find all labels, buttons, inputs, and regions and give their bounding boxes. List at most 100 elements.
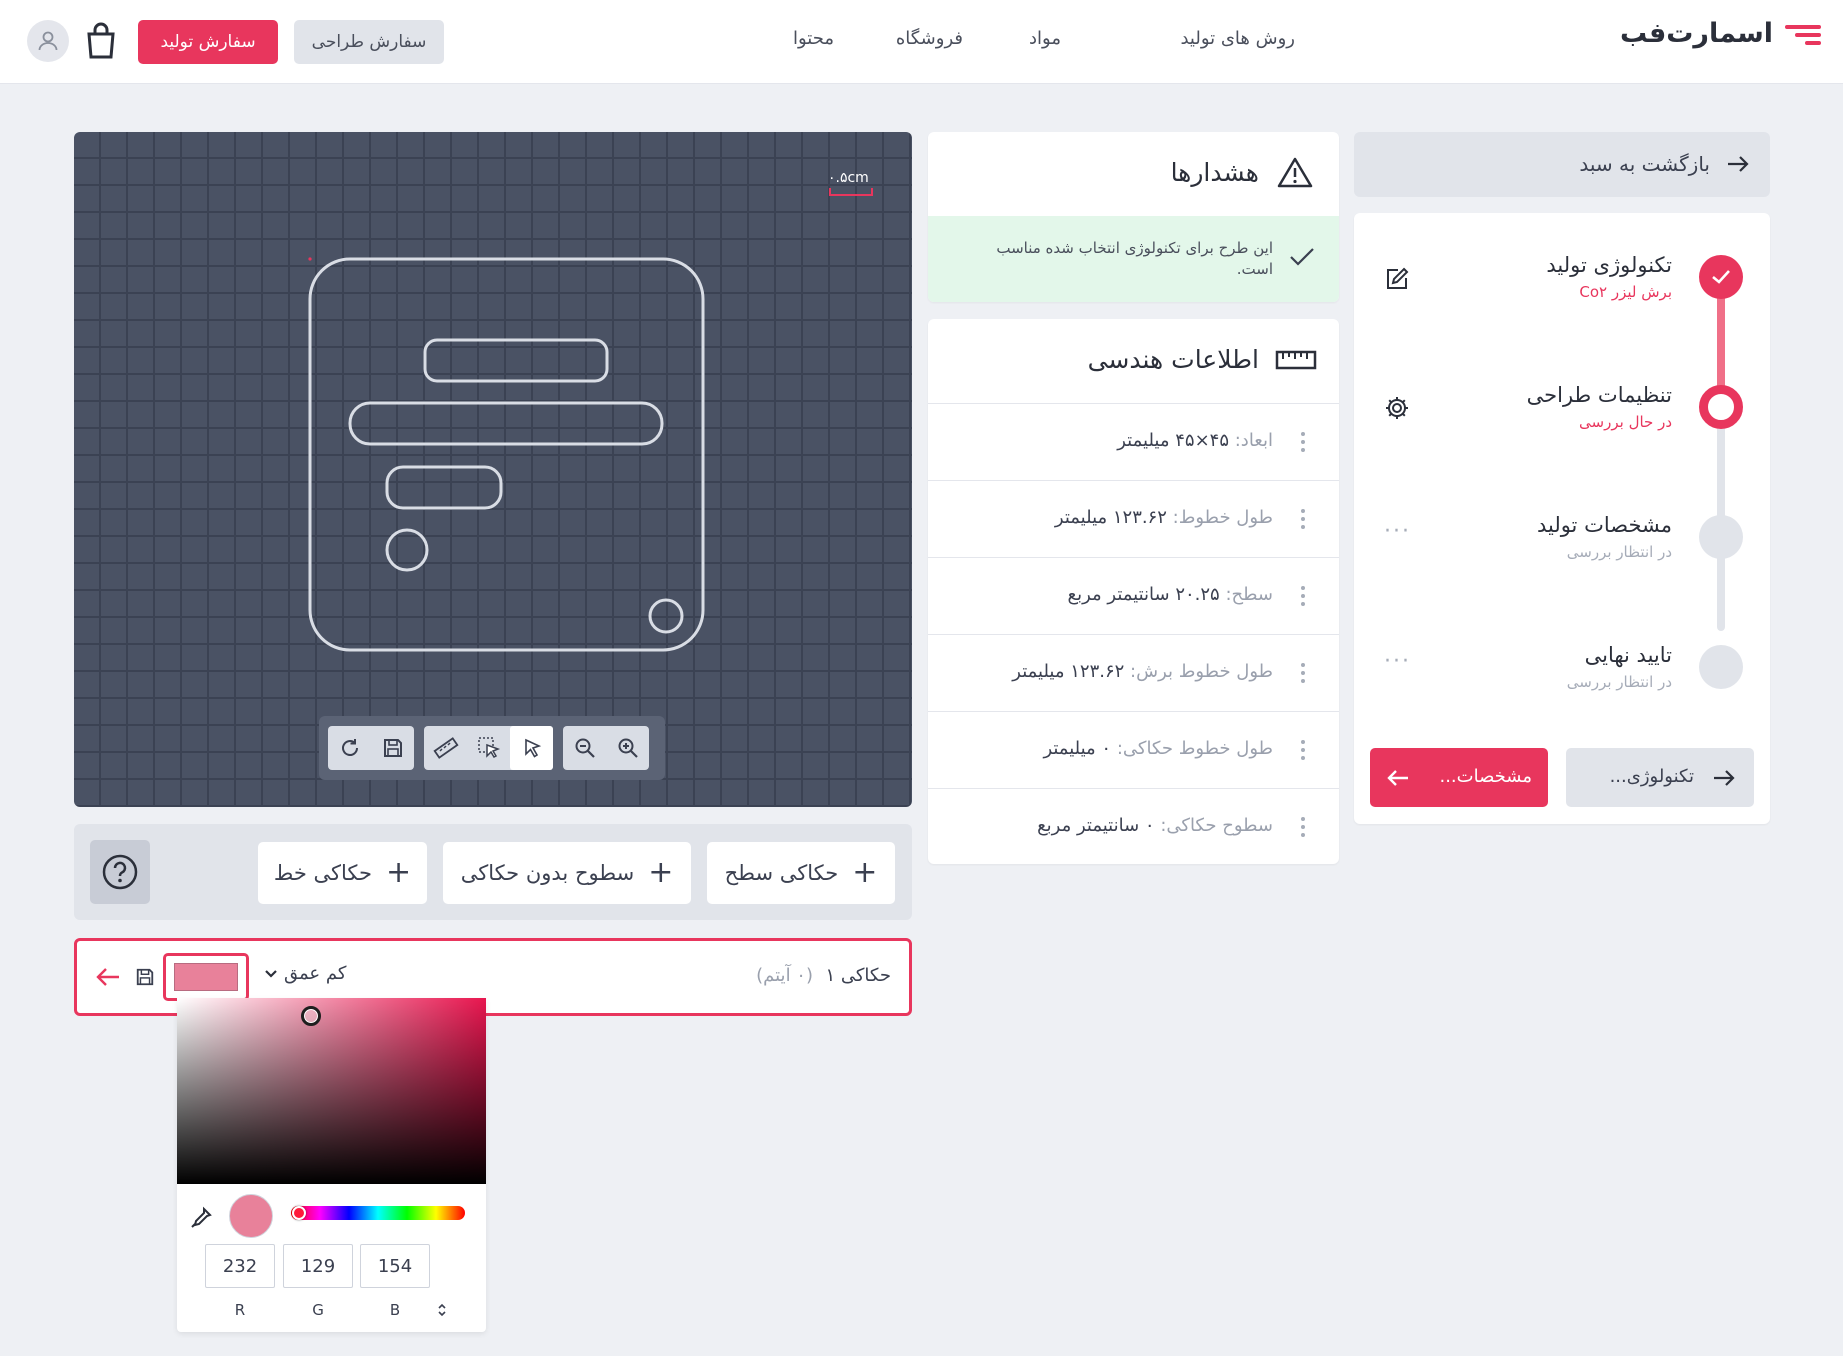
add-line-engrave-label: حکاکی خط	[273, 861, 372, 885]
step-title-final-approval: تایید نهایی	[1584, 643, 1672, 667]
color-swatch-button[interactable]	[163, 953, 249, 1001]
design-drawing[interactable]	[74, 132, 912, 712]
red-input[interactable]: 232	[205, 1244, 275, 1288]
multi-select-icon[interactable]	[467, 726, 510, 770]
more-horizontal-icon[interactable]: ···	[1384, 519, 1411, 544]
steps-panel: تکنولوژی تولید برش لیزر Co۲ تنظیمات طراح…	[1354, 213, 1770, 824]
history-tools	[328, 726, 414, 770]
edit-icon[interactable]	[1384, 266, 1410, 296]
step-sub-production-specs: در انتظار بررسی	[1566, 543, 1672, 561]
engraving-actions-bar: + حکاکی سطح + سطوح بدون حکاکی + حکاکی خط	[74, 824, 912, 920]
more-vertical-icon[interactable]	[1301, 432, 1305, 456]
cart-icon[interactable]	[84, 22, 118, 60]
save-icon[interactable]	[371, 726, 414, 770]
zoom-in-icon[interactable]	[606, 726, 649, 770]
depth-value: کم عمق	[284, 963, 347, 984]
depth-select[interactable]: کم عمق	[264, 963, 346, 984]
engraving-name: حکاکی ۱	[825, 965, 891, 986]
geometry-row-cut-length: طول خطوط برش: ۱۲۳.۶۲ میلیمتر	[928, 634, 1339, 711]
more-vertical-icon[interactable]	[1301, 740, 1305, 764]
help-button[interactable]	[90, 840, 150, 904]
geometry-value: ۰ میلیمتر	[1043, 738, 1112, 759]
color-swatch	[174, 963, 238, 991]
step-sub-design-settings: در حال بررسی	[1579, 413, 1672, 431]
arrow-right-icon	[1712, 766, 1736, 794]
step-title-production-specs: مشخصات تولید	[1536, 513, 1672, 537]
user-icon	[38, 31, 58, 51]
geometry-row-engrave-area: سطوح حکاکی: ۰ سانتیمتر مربع	[928, 788, 1339, 865]
warning-message: این طرح برای تکنولوژی انتخاب شده مناسب ا…	[996, 239, 1273, 278]
blue-input[interactable]: 154	[360, 1244, 430, 1288]
nav-production-methods[interactable]: روش های تولید	[1180, 28, 1295, 49]
save-icon[interactable]	[135, 967, 155, 991]
geometry-row-dimensions: ابعاد: ۴۵×۴۵ میلیمتر	[928, 403, 1339, 480]
prev-step-label: تکنولوژی...	[1609, 766, 1694, 787]
logo[interactable]: اسمارت‌فب	[1620, 18, 1821, 49]
add-surfaces-no-engrave-button[interactable]: + سطوح بدون حکاکی	[443, 842, 691, 904]
user-avatar[interactable]	[27, 20, 69, 62]
geometry-title: اطلاعات هندسی	[1087, 345, 1259, 374]
nav-content[interactable]: محتوا	[793, 28, 834, 49]
geometry-key: سطح:	[1225, 584, 1273, 605]
add-surfaces-no-engrave-label: سطوح بدون حکاکی	[460, 861, 635, 885]
design-order-button[interactable]: سفارش طراحی	[294, 20, 444, 64]
more-vertical-icon[interactable]	[1301, 586, 1305, 610]
back-to-cart-button[interactable]: بازگشت به سبد	[1354, 132, 1770, 197]
plus-icon: +	[852, 855, 878, 890]
geometry-key: طول خطوط حکاکی:	[1116, 738, 1273, 759]
hue-handle[interactable]	[292, 1206, 306, 1220]
color-mode-toggle-icon[interactable]	[437, 1302, 447, 1322]
step-title-technology: تکنولوژی تولید	[1546, 253, 1672, 277]
zoom-tools	[563, 726, 649, 770]
more-vertical-icon[interactable]	[1301, 817, 1305, 841]
refresh-icon[interactable]	[328, 726, 371, 770]
more-vertical-icon[interactable]	[1301, 663, 1305, 687]
step-sub-technology: برش لیزر Co۲	[1579, 283, 1672, 301]
eyedropper-icon[interactable]	[189, 1206, 213, 1234]
arrow-left-icon	[1386, 766, 1410, 794]
next-step-label: مشخصات...	[1439, 766, 1532, 787]
arrow-left-icon[interactable]	[95, 965, 121, 993]
design-canvas[interactable]: ۰.۵cm	[74, 132, 912, 807]
hue-slider[interactable]	[291, 1206, 465, 1220]
geometry-value: ۱۲۳.۶۲ میلیمتر	[1012, 661, 1125, 682]
saturation-area[interactable]	[177, 998, 486, 1184]
logo-text: اسمارت‌فب	[1620, 18, 1773, 49]
add-line-engrave-button[interactable]: + حکاکی خط	[258, 842, 427, 904]
ruler-icon	[1275, 349, 1317, 375]
prev-step-button[interactable]: تکنولوژی...	[1566, 748, 1754, 807]
gear-icon[interactable]	[1384, 395, 1410, 425]
step-pending-dot	[1699, 515, 1743, 559]
blue-label: B	[389, 1301, 401, 1319]
logo-mark-icon	[1783, 19, 1821, 49]
geometry-row-engrave-length: طول خطوط حکاکی: ۰ میلیمتر	[928, 711, 1339, 788]
saturation-handle[interactable]	[301, 1006, 321, 1026]
add-surface-engrave-label: حکاکی سطح	[724, 861, 839, 885]
add-surface-engrave-button[interactable]: + حکاکی سطح	[707, 842, 895, 904]
warning-success-box: این طرح برای تکنولوژی انتخاب شده مناسب ا…	[928, 216, 1339, 302]
canvas-toolbar	[319, 716, 665, 780]
geometry-value: ۲۰.۲۵ سانتیمتر مربع	[1067, 584, 1220, 605]
more-vertical-icon[interactable]	[1301, 509, 1305, 533]
warning-triangle-icon	[1277, 156, 1313, 192]
nav-shop[interactable]: فروشگاه	[896, 28, 963, 49]
pointer-icon[interactable]	[510, 726, 553, 770]
step-pending-dot	[1699, 645, 1743, 689]
more-horizontal-icon[interactable]: ···	[1384, 649, 1411, 674]
plus-icon: +	[385, 855, 412, 890]
geometry-row-area: سطح: ۲۰.۲۵ سانتیمتر مربع	[928, 557, 1339, 634]
geometry-key: طول خطوط برش:	[1130, 661, 1273, 682]
ruler-icon[interactable]	[424, 726, 467, 770]
engraving-count: (۰ آیتم)	[756, 965, 813, 986]
geometry-panel: اطلاعات هندسی ابعاد: ۴۵×۴۵ میلیمتر طول خ…	[928, 319, 1339, 864]
step-current-dot	[1699, 385, 1743, 429]
production-order-button[interactable]: سفارش تولید	[138, 20, 278, 64]
zoom-out-icon[interactable]	[563, 726, 606, 770]
geometry-row-line-length: طول خطوط: ۱۲۳.۶۲ میلیمتر	[928, 480, 1339, 557]
green-input[interactable]: 129	[283, 1244, 353, 1288]
green-label: G	[312, 1301, 324, 1319]
check-icon	[1289, 246, 1315, 272]
next-step-button[interactable]: مشخصات...	[1370, 748, 1548, 807]
top-header: اسمارت‌فب روش های تولید مواد فروشگاه محت…	[0, 0, 1843, 84]
nav-materials[interactable]: مواد	[1029, 28, 1061, 49]
